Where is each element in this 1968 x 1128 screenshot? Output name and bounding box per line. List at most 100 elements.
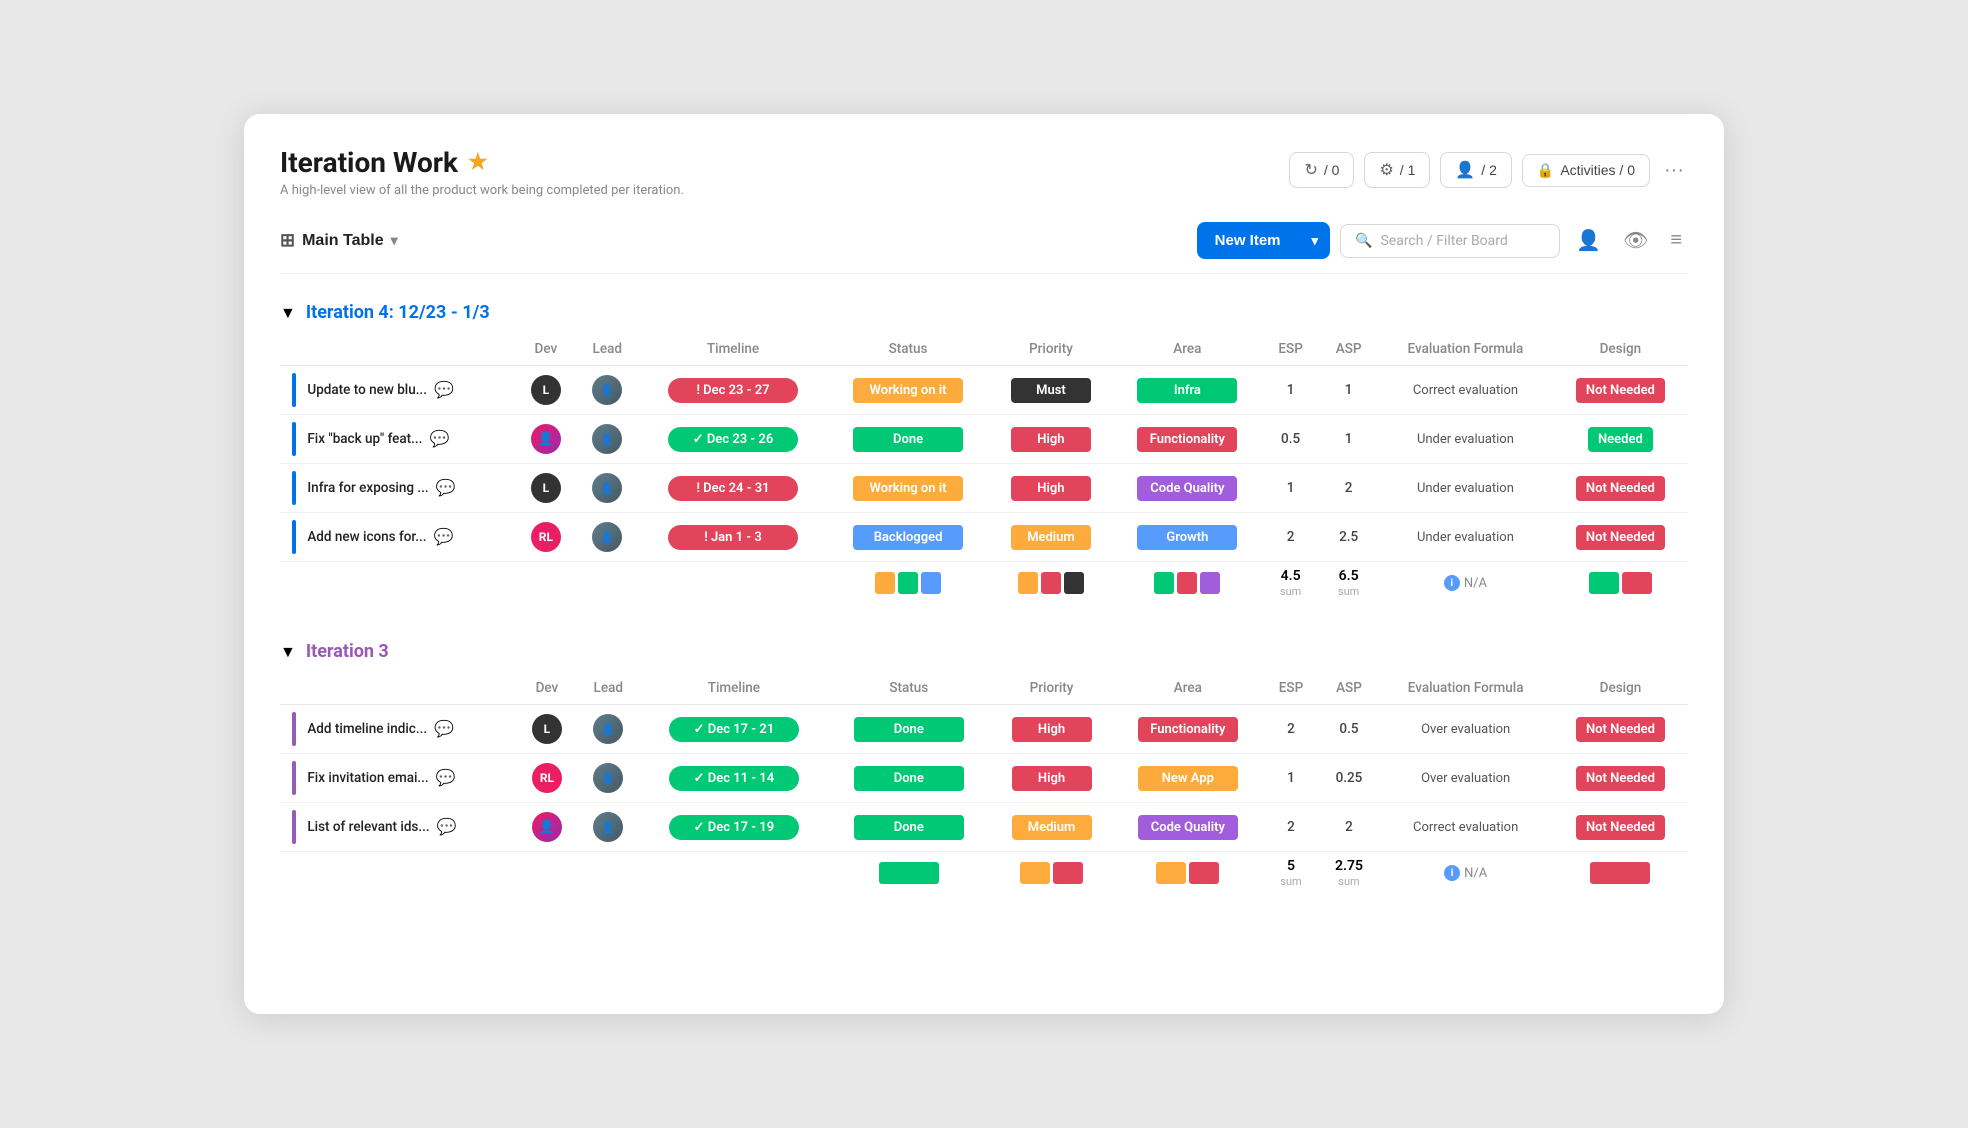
asp-cell: 1 [1319,415,1378,464]
status-badge[interactable]: Working on it [853,476,963,501]
comment-icon[interactable]: 💬 [433,527,453,546]
item-name[interactable]: Fix invitation emai... [307,770,428,786]
status-badge[interactable]: Done [854,717,964,742]
priority-badge[interactable]: High [1011,476,1091,501]
col-dev: Dev [516,333,575,366]
item-name[interactable]: List of relevant ids... [307,819,429,835]
area-badge[interactable]: Functionality [1138,717,1238,742]
comment-icon[interactable]: 💬 [434,380,454,399]
eval-cell: Correct evaluation [1378,803,1553,852]
search-box[interactable]: 🔍 Search / Filter Board [1340,224,1560,258]
dev-cell: 👤 [517,803,576,852]
asp-cell: 2 [1320,803,1379,852]
iteration4-chevron-icon[interactable]: ▼ [280,303,296,323]
status-badge[interactable]: Backlogged [853,525,963,550]
area-badge[interactable]: Code Quality [1137,476,1237,501]
timeline-badge[interactable]: ! Dec 24 - 31 [668,476,798,501]
table-row: Add new icons for... 💬 RL 👤 ! Jan 1 - 3 … [280,513,1688,562]
search-placeholder: Search / Filter Board [1380,233,1507,249]
comment-icon[interactable]: 💬 [437,817,457,836]
area-badge[interactable]: Growth [1137,525,1237,550]
timeline-badge[interactable]: ✓ Dec 17 - 19 [669,815,799,840]
priority-badge[interactable]: Medium [1012,815,1092,840]
item-name[interactable]: Add new icons for... [307,529,426,545]
col-priority: Priority [990,672,1113,705]
item-name[interactable]: Add timeline indic... [307,721,427,737]
timeline-badge[interactable]: ✓ Dec 23 - 26 [668,427,798,452]
timeline-badge[interactable]: ✓ Dec 11 - 14 [669,766,799,791]
user-profile-button[interactable]: 👤 [1570,222,1607,259]
header-left: Iteration Work ★ A high-level view of al… [280,146,684,198]
design-badge[interactable]: Not Needed [1576,717,1665,742]
design-badge[interactable]: Needed [1588,427,1653,452]
dev-cell: 👤 [516,415,575,464]
status-badge[interactable]: Done [854,766,964,791]
summary-chip [1020,862,1050,884]
timeline-badge[interactable]: ! Jan 1 - 3 [668,525,798,550]
status-badge[interactable]: Done [853,427,963,452]
name-cell: Add new icons for... 💬 [280,513,516,562]
eval-cell: Under evaluation [1378,415,1553,464]
design-badge[interactable]: Not Needed [1576,378,1665,403]
star-icon[interactable]: ★ [468,150,488,175]
col-status: Status [827,333,989,366]
new-item-arrow-icon[interactable]: ▾ [1300,223,1331,259]
esp-cell: 0.5 [1262,415,1319,464]
priority-badge[interactable]: Must [1011,378,1091,403]
priority-cell: High [990,754,1113,803]
design-badge[interactable]: Not Needed [1576,766,1665,791]
lead-cell: 👤 [576,803,640,852]
summary-area-cell [1113,562,1262,606]
col-esp: ESP [1262,672,1319,705]
design-badge[interactable]: Not Needed [1576,476,1665,501]
iteration3-title[interactable]: Iteration 3 [306,641,389,662]
design-badge[interactable]: Not Needed [1576,815,1665,840]
stat-build-button[interactable]: ⚙ / 1 [1364,152,1430,188]
page-title: Iteration Work ★ [280,146,684,179]
new-item-button[interactable]: New Item ▾ [1197,222,1330,259]
priority-badge[interactable]: Medium [1011,525,1091,550]
design-cell: Needed [1553,415,1688,464]
row-name: List of relevant ids... 💬 [307,817,456,836]
main-table-button[interactable]: ⊞ Main Table ▾ [280,230,398,251]
comment-icon[interactable]: 💬 [429,429,449,448]
area-badge[interactable]: Functionality [1137,427,1237,452]
row-name: Fix invitation emai... 💬 [307,768,455,787]
asp-cell: 0.5 [1320,705,1379,754]
summary-esp-cell: 5 sum [1262,852,1319,896]
comment-icon[interactable]: 💬 [434,719,454,738]
comment-icon[interactable]: 💬 [436,478,456,497]
filter-button[interactable]: ≡ [1664,223,1688,258]
name-cell: Update to new blu... 💬 [280,366,516,415]
dev-cell: L [517,705,576,754]
area-badge[interactable]: Code Quality [1138,815,1238,840]
comment-icon[interactable]: 💬 [436,768,456,787]
col-name [280,333,516,366]
row-name: Add new icons for... 💬 [307,527,453,546]
iteration4-title[interactable]: Iteration 4: 12/23 - 1/3 [306,302,490,323]
item-name[interactable]: Update to new blu... [307,382,427,398]
eye-off-button[interactable]: 👁 [1617,222,1654,259]
chevron-down-icon: ▾ [391,232,398,249]
stat-users-button[interactable]: 👤 / 2 [1440,152,1512,188]
item-name[interactable]: Infra for exposing ... [307,480,428,496]
eval-na-text: N/A [1464,576,1487,591]
stat-refresh-button[interactable]: ↻ / 0 [1289,152,1354,188]
timeline-badge[interactable]: ! Dec 23 - 27 [668,378,798,403]
avatar: RL [531,522,561,552]
iteration3-chevron-icon[interactable]: ▼ [280,642,296,662]
priority-badge[interactable]: High [1011,427,1091,452]
design-badge[interactable]: Not Needed [1576,525,1665,550]
priority-badge[interactable]: High [1012,766,1092,791]
area-badge[interactable]: New App [1138,766,1238,791]
status-badge[interactable]: Done [854,815,964,840]
priority-badge[interactable]: High [1012,717,1092,742]
activities-button[interactable]: 🔒 Activities / 0 [1522,154,1650,187]
more-options-button[interactable]: ··· [1660,159,1688,182]
status-badge[interactable]: Working on it [853,378,963,403]
timeline-badge[interactable]: ✓ Dec 17 - 21 [669,717,799,742]
area-badge[interactable]: Infra [1137,378,1237,403]
col-priority: Priority [989,333,1113,366]
item-name[interactable]: Fix "back up" feat... [307,431,422,447]
area-cell: Functionality [1113,415,1262,464]
